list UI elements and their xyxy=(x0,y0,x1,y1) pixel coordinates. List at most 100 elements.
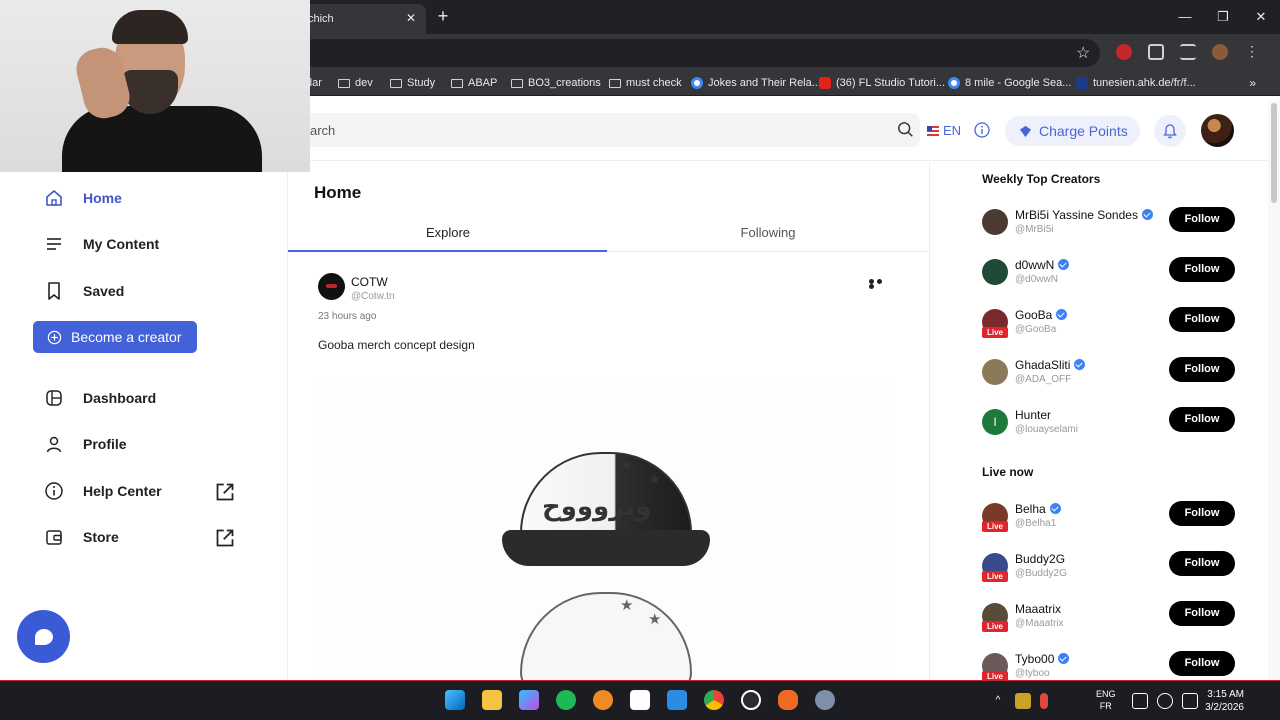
bookmark-folder[interactable]: must check xyxy=(609,77,682,89)
sidebar-item-saved[interactable]: Saved xyxy=(44,279,244,303)
creator-name[interactable]: Maaatrix xyxy=(1015,602,1061,616)
bookmarks-overflow-icon[interactable]: » xyxy=(1249,76,1256,90)
tab-explore[interactable]: Explore xyxy=(288,225,608,240)
vscode-icon[interactable] xyxy=(667,690,687,710)
settings-icon[interactable] xyxy=(815,690,835,710)
follow-button[interactable]: Follow xyxy=(1169,207,1235,232)
sidebar-item-home[interactable]: Home xyxy=(44,186,244,210)
creator-row[interactable]: GhadaSliti @ADA_OFF Follow xyxy=(982,357,1235,391)
creator-avatar[interactable] xyxy=(982,359,1008,385)
sidebar-item-dashboard[interactable]: Dashboard xyxy=(44,386,244,410)
tab-close-icon[interactable]: ✕ xyxy=(406,11,416,25)
media-icon[interactable] xyxy=(1180,44,1196,60)
bookmark-folder[interactable]: BO3_creations xyxy=(511,77,601,89)
extension-icon[interactable] xyxy=(1116,44,1132,60)
creator-name[interactable]: GhadaSliti xyxy=(1015,358,1086,372)
bookmark-link[interactable]: tunesien.ahk.de/fr/f... xyxy=(1076,77,1196,89)
creator-name[interactable]: MrBi5i Yassine Sondes xyxy=(1015,208,1153,222)
follow-button[interactable]: Follow xyxy=(1169,357,1235,382)
notion-icon[interactable] xyxy=(630,690,650,710)
sidebar-item-my-content[interactable]: My Content xyxy=(44,232,244,256)
diamond-icon xyxy=(1019,125,1032,137)
volume-icon[interactable] xyxy=(1157,693,1173,709)
creator-name[interactable]: Belha xyxy=(1015,502,1061,516)
copilot-icon[interactable] xyxy=(519,690,539,710)
info-icon[interactable] xyxy=(974,122,990,138)
spotify-icon[interactable] xyxy=(556,690,576,710)
sidebar-item-help-center[interactable]: Help Center xyxy=(44,479,244,503)
follow-button[interactable]: Follow xyxy=(1169,501,1235,526)
search-input[interactable]: arch xyxy=(296,113,920,147)
charge-points-button[interactable]: Charge Points xyxy=(1005,116,1140,146)
bookmark-star-icon[interactable]: ☆ xyxy=(1076,43,1090,63)
browser-tab[interactable]: chich ✕ xyxy=(300,4,426,34)
post-author-name[interactable]: COTW xyxy=(351,275,388,289)
creator-row[interactable]: Live Buddy2G @Buddy2G Follow xyxy=(982,551,1235,585)
microphone-app-icon[interactable] xyxy=(778,690,798,710)
status-icons xyxy=(1132,693,1198,709)
creator-row[interactable]: Live Tybo00 @tyboo Follow xyxy=(982,651,1235,680)
bookmark-folder[interactable]: ABAP xyxy=(451,77,497,89)
become-creator-button[interactable]: Become a creator xyxy=(33,321,197,353)
follow-button[interactable]: Follow xyxy=(1169,257,1235,282)
network-icon[interactable] xyxy=(1132,693,1148,709)
address-bar[interactable] xyxy=(300,39,1100,67)
windows-start-icon[interactable] xyxy=(445,690,465,710)
tab-following[interactable]: Following xyxy=(608,225,928,240)
creator-row[interactable]: d0wwN @d0wwN Follow xyxy=(982,257,1235,291)
input-language[interactable]: ENG FR xyxy=(1096,688,1116,712)
maximize-button[interactable]: ❐ xyxy=(1204,0,1242,34)
user-avatar[interactable] xyxy=(1201,114,1234,147)
creator-name[interactable]: GooBa xyxy=(1015,308,1068,322)
creator-avatar[interactable] xyxy=(982,259,1008,285)
extensions-puzzle-icon[interactable] xyxy=(1148,44,1164,60)
post-author-avatar[interactable] xyxy=(318,273,345,300)
search-icon[interactable] xyxy=(897,121,915,139)
chrome-icon[interactable] xyxy=(704,690,724,710)
follow-button[interactable]: Follow xyxy=(1169,601,1235,626)
creator-row[interactable]: Live Belha @Belha1 Follow xyxy=(982,501,1235,535)
browser-menu-icon[interactable]: ⋮ xyxy=(1244,44,1260,60)
creator-name[interactable]: Hunter xyxy=(1015,408,1051,422)
follow-button[interactable]: Follow xyxy=(1169,551,1235,576)
follow-button[interactable]: Follow xyxy=(1169,307,1235,332)
creator-name[interactable]: Tybo00 xyxy=(1015,652,1070,666)
bookmark-link[interactable]: 8 mile - Google Sea... xyxy=(948,77,1071,89)
follow-button[interactable]: Follow xyxy=(1169,407,1235,432)
creator-avatar[interactable]: I xyxy=(982,409,1008,435)
creator-name[interactable]: d0wwN xyxy=(1015,258,1070,272)
sidebar-item-profile[interactable]: Profile xyxy=(44,432,244,456)
bookmark-link[interactable]: Jokes and Their Rela... xyxy=(691,77,821,89)
close-window-button[interactable]: ✕ xyxy=(1242,0,1280,34)
profile-avatar-icon[interactable] xyxy=(1212,44,1228,60)
language-selector[interactable]: EN xyxy=(927,123,961,138)
creator-avatar[interactable] xyxy=(982,209,1008,235)
notifications-button[interactable] xyxy=(1154,115,1186,147)
page-scrollbar[interactable] xyxy=(1268,101,1280,680)
sidebar-item-store[interactable]: Store xyxy=(44,525,244,549)
bookmark-folder[interactable]: Study xyxy=(390,77,435,89)
creator-row[interactable]: Live GooBa @GooBa Follow xyxy=(982,307,1235,341)
creator-row[interactable]: I Hunter @louayselami Follow xyxy=(982,407,1235,441)
creator-row[interactable]: MrBi5i Yassine Sondes @MrBi5i Follow xyxy=(982,207,1235,241)
follow-button[interactable]: Follow xyxy=(1169,651,1235,676)
mic-tray-icon[interactable] xyxy=(1040,693,1048,709)
more-options-icon[interactable] xyxy=(869,279,891,289)
obs-icon[interactable] xyxy=(741,690,761,710)
support-chat-button[interactable] xyxy=(17,610,70,663)
scrollbar-thumb[interactable] xyxy=(1271,103,1277,203)
new-tab-button[interactable]: + xyxy=(434,6,452,27)
person-hair xyxy=(112,10,188,44)
tray-overflow-icon[interactable]: ^ xyxy=(990,693,1006,709)
creator-row[interactable]: Live Maaatrix @Maaatrix Follow xyxy=(982,601,1235,635)
fl-studio-icon[interactable] xyxy=(593,690,613,710)
system-clock[interactable]: 3:15 AM 3/2/2026 xyxy=(1196,688,1244,714)
creator-name[interactable]: Buddy2G xyxy=(1015,552,1065,566)
creator-name-text: Maaatrix xyxy=(1015,602,1062,616)
file-explorer-icon[interactable] xyxy=(482,690,502,710)
minimize-button[interactable]: — xyxy=(1166,0,1204,34)
post-image[interactable]: ★ ★ ويروووح ★ ★ xyxy=(318,382,894,680)
tray-app-icon[interactable] xyxy=(1015,693,1031,709)
bookmark-folder[interactable]: dev xyxy=(338,77,373,89)
bookmark-link[interactable]: (36) FL Studio Tutori... xyxy=(819,77,945,89)
